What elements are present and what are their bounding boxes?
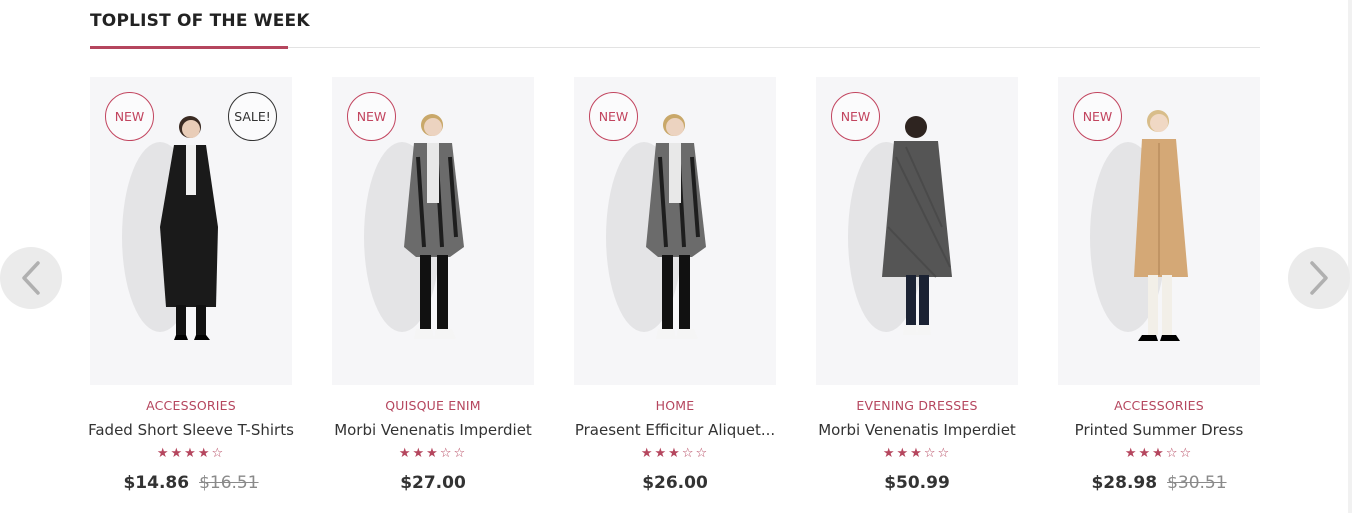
product-rating: ★★★☆☆ xyxy=(1058,446,1260,461)
product-price: $14.86 xyxy=(123,473,190,493)
product-name-link[interactable]: Morbi Venenatis Imperdiet xyxy=(796,421,1038,439)
product-price-row: $14.86 $16.51 xyxy=(70,473,312,493)
star-empty-icon: ☆ xyxy=(1179,446,1194,461)
star-empty-icon: ☆ xyxy=(695,446,710,461)
new-badge: NEW xyxy=(347,92,396,141)
chevron-left-icon xyxy=(22,261,40,295)
star-filled-icon: ★ xyxy=(156,446,171,461)
product-image[interactable]: NEW xyxy=(574,77,776,385)
product-name-link[interactable]: Printed Summer Dress xyxy=(1038,421,1280,439)
product-card[interactable]: NEW ACCESSORIES Printed Summer Dress ★★★… xyxy=(1058,77,1260,507)
product-category-link[interactable]: ACCESSORIES xyxy=(70,398,312,413)
star-empty-icon: ☆ xyxy=(211,446,226,461)
product-category-link[interactable]: QUISQUE ENIM xyxy=(312,398,554,413)
star-empty-icon: ☆ xyxy=(453,446,468,461)
star-filled-icon: ★ xyxy=(654,446,669,461)
section-title-underline xyxy=(90,46,288,49)
star-filled-icon: ★ xyxy=(1138,446,1153,461)
product-card[interactable]: NEW EVENING DRESSES Morbi Venenatis Impe… xyxy=(816,77,1018,507)
carousel-next-button[interactable] xyxy=(1288,247,1350,309)
product-old-price: $16.51 xyxy=(199,473,259,493)
star-filled-icon: ★ xyxy=(896,446,911,461)
new-badge: NEW xyxy=(589,92,638,141)
star-filled-icon: ★ xyxy=(882,446,897,461)
section-title: TOPLIST OF THE WEEK xyxy=(90,11,310,31)
star-filled-icon: ★ xyxy=(910,446,924,461)
product-price-row: $27.00 xyxy=(312,473,554,493)
new-badge: NEW xyxy=(831,92,880,141)
star-filled-icon: ★ xyxy=(184,446,198,461)
product-name-link[interactable]: Faded Short Sleeve T-Shirts xyxy=(70,421,312,439)
product-image[interactable]: NEW xyxy=(1058,77,1260,385)
new-badge: NEW xyxy=(105,92,154,141)
product-rating: ★★★☆☆ xyxy=(816,446,1018,461)
star-filled-icon: ★ xyxy=(412,446,427,461)
product-image[interactable]: NEW xyxy=(332,77,534,385)
product-price: $26.00 xyxy=(642,473,708,493)
star-filled-icon: ★ xyxy=(640,446,655,461)
product-price: $27.00 xyxy=(400,473,466,493)
star-filled-icon: ★ xyxy=(197,446,212,461)
product-price-row: $28.98 $30.51 xyxy=(1038,473,1280,493)
product-price-row: $50.99 xyxy=(796,473,1038,493)
star-filled-icon: ★ xyxy=(668,446,682,461)
star-filled-icon: ★ xyxy=(398,446,413,461)
product-image[interactable]: NEW SALE! xyxy=(90,77,292,385)
product-name-link[interactable]: Morbi Venenatis Imperdiet xyxy=(312,421,554,439)
section-header: TOPLIST OF THE WEEK xyxy=(90,0,1260,49)
product-category-link[interactable]: HOME xyxy=(554,398,796,413)
product-name-link[interactable]: Praesent Efficitur Aliquet... xyxy=(554,421,796,439)
star-empty-icon: ☆ xyxy=(681,446,696,461)
chevron-right-icon xyxy=(1310,261,1328,295)
star-filled-icon: ★ xyxy=(1152,446,1166,461)
product-category-link[interactable]: ACCESSORIES xyxy=(1038,398,1280,413)
product-price: $50.99 xyxy=(884,473,950,493)
product-rating: ★★★★☆ xyxy=(90,446,292,461)
star-empty-icon: ☆ xyxy=(923,446,938,461)
star-empty-icon: ☆ xyxy=(439,446,454,461)
product-category-link[interactable]: EVENING DRESSES xyxy=(796,398,1038,413)
star-filled-icon: ★ xyxy=(426,446,440,461)
star-filled-icon: ★ xyxy=(1124,446,1139,461)
product-price-row: $26.00 xyxy=(554,473,796,493)
product-card[interactable]: NEW SALE! ACCESSORIES Faded Short Sleeve… xyxy=(88,77,294,507)
carousel-prev-button[interactable] xyxy=(0,247,62,309)
star-empty-icon: ☆ xyxy=(937,446,952,461)
sale-badge: SALE! xyxy=(228,92,277,141)
page-scrollbar[interactable] xyxy=(1348,0,1352,513)
product-card[interactable]: NEW HOME Praesent Efficitur Aliquet... ★… xyxy=(574,77,776,507)
product-price: $28.98 xyxy=(1091,473,1158,493)
product-image[interactable]: NEW xyxy=(816,77,1018,385)
new-badge: NEW xyxy=(1073,92,1122,141)
star-filled-icon: ★ xyxy=(170,446,185,461)
product-old-price: $30.51 xyxy=(1167,473,1227,493)
product-card[interactable]: NEW QUISQUE ENIM Morbi Venenatis Imperdi… xyxy=(332,77,534,507)
star-empty-icon: ☆ xyxy=(1165,446,1180,461)
product-rating: ★★★☆☆ xyxy=(574,446,776,461)
product-rating: ★★★☆☆ xyxy=(332,446,534,461)
